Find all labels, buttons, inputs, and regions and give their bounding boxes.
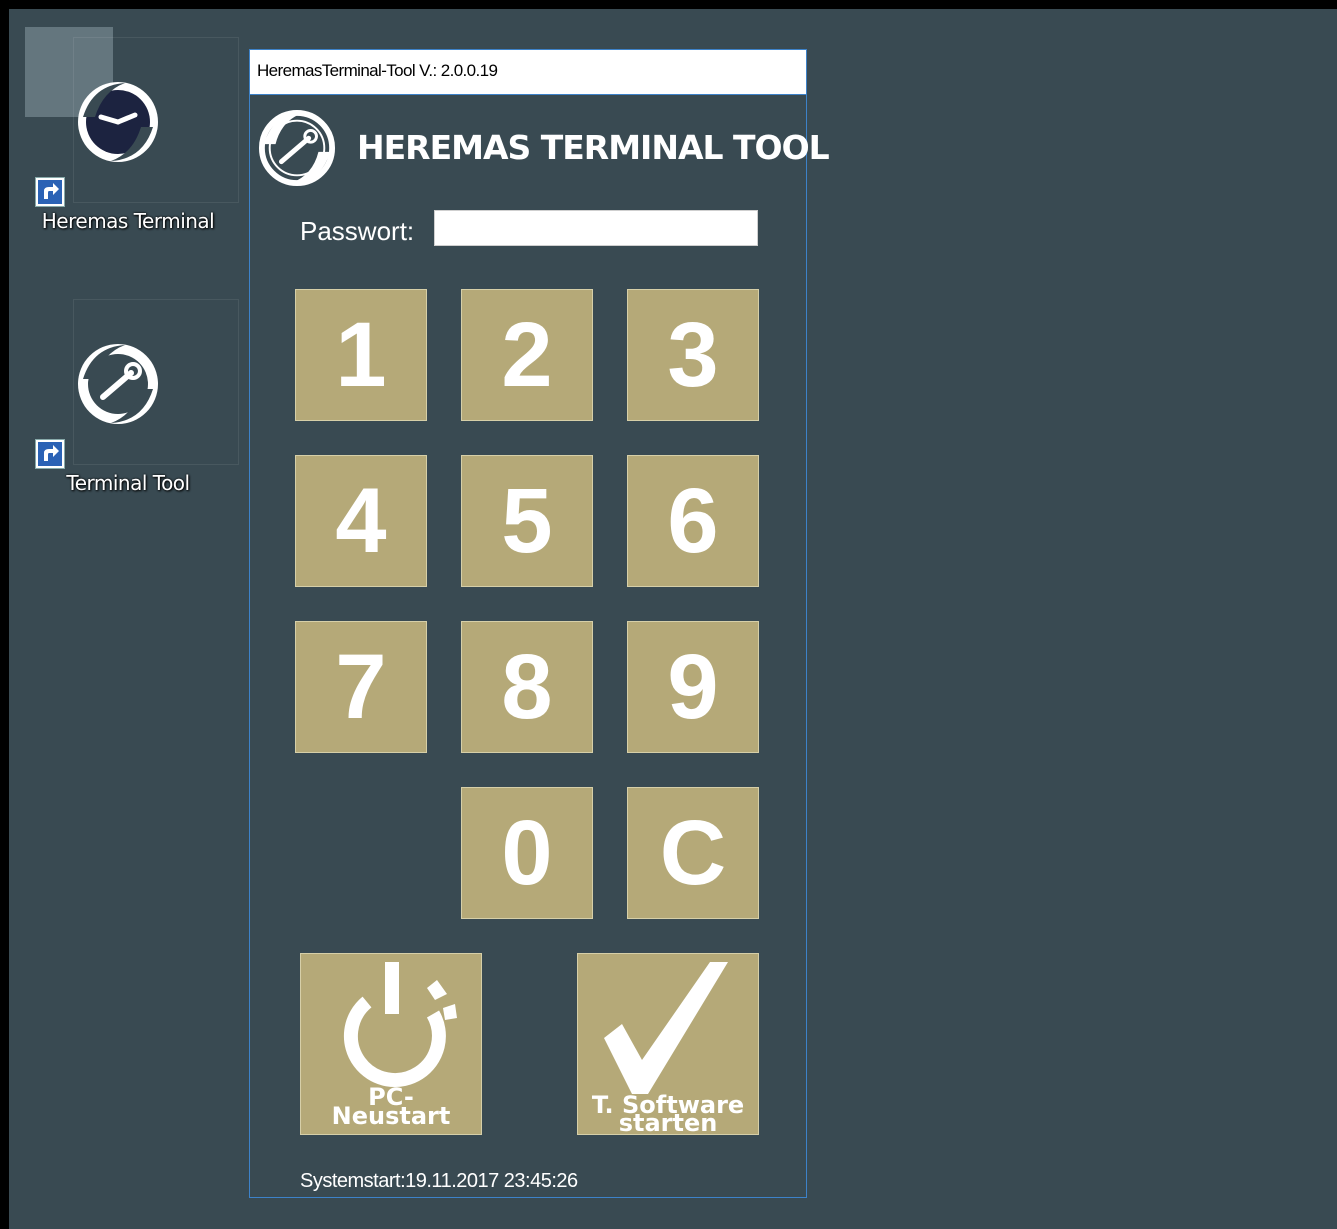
app-title: HEREMAS TERMINAL TOOL (357, 128, 830, 167)
pc-restart-label-line2: Neustart (331, 1102, 451, 1130)
clear-button[interactable]: C (627, 787, 759, 919)
password-input[interactable] (434, 210, 758, 246)
terminal-tool-window: HeremasTerminal-Tool V.: 2.0.0.19 HEREMA… (249, 49, 830, 1198)
shortcut-arrow-icon (35, 177, 65, 207)
desktop-icon-label: Terminal Tool (66, 471, 190, 495)
start-software-label-line2: starten (618, 1109, 718, 1137)
key-9-button[interactable]: 9 (627, 621, 759, 753)
key-7-button[interactable]: 7 (295, 621, 427, 753)
key-6-button[interactable]: 6 (627, 455, 759, 587)
key-2-button[interactable]: 2 (461, 289, 593, 421)
heremas-wrench-logo-icon (258, 109, 336, 187)
systemstart-status: Systemstart:19.11.2017 23:45:26 (300, 1170, 578, 1192)
heremas-wrench-icon (78, 344, 158, 424)
key-1-button[interactable]: 1 (295, 289, 427, 421)
key-8-button[interactable]: 8 (461, 621, 593, 753)
window-title: HeremasTerminal-Tool V.: 2.0.0.19 (257, 61, 498, 80)
desktop-icon-heremas-terminal[interactable]: Heremas Terminal (25, 27, 239, 237)
key-5-button[interactable]: 5 (461, 455, 593, 587)
key-4-button[interactable]: 4 (295, 455, 427, 587)
pc-restart-button[interactable]: PC- Neustart (300, 953, 482, 1135)
key-3-button[interactable]: 3 (627, 289, 759, 421)
heremas-clock-icon (78, 82, 158, 162)
title-bar[interactable]: HeremasTerminal-Tool V.: 2.0.0.19 (250, 50, 806, 95)
shortcut-arrow-icon (35, 439, 65, 469)
desktop: Heremas Terminal Terminal Tool HeremasTe… (9, 9, 1337, 1229)
password-label: Passwort: (300, 216, 415, 246)
key-0-button[interactable]: 0 (461, 787, 593, 919)
app-header: HEREMAS TERMINAL TOOL (258, 108, 830, 188)
desktop-icon-label: Heremas Terminal (41, 209, 215, 233)
start-software-button[interactable]: T. Software starten (577, 953, 759, 1135)
desktop-icon-terminal-tool[interactable]: Terminal Tool (35, 299, 239, 499)
